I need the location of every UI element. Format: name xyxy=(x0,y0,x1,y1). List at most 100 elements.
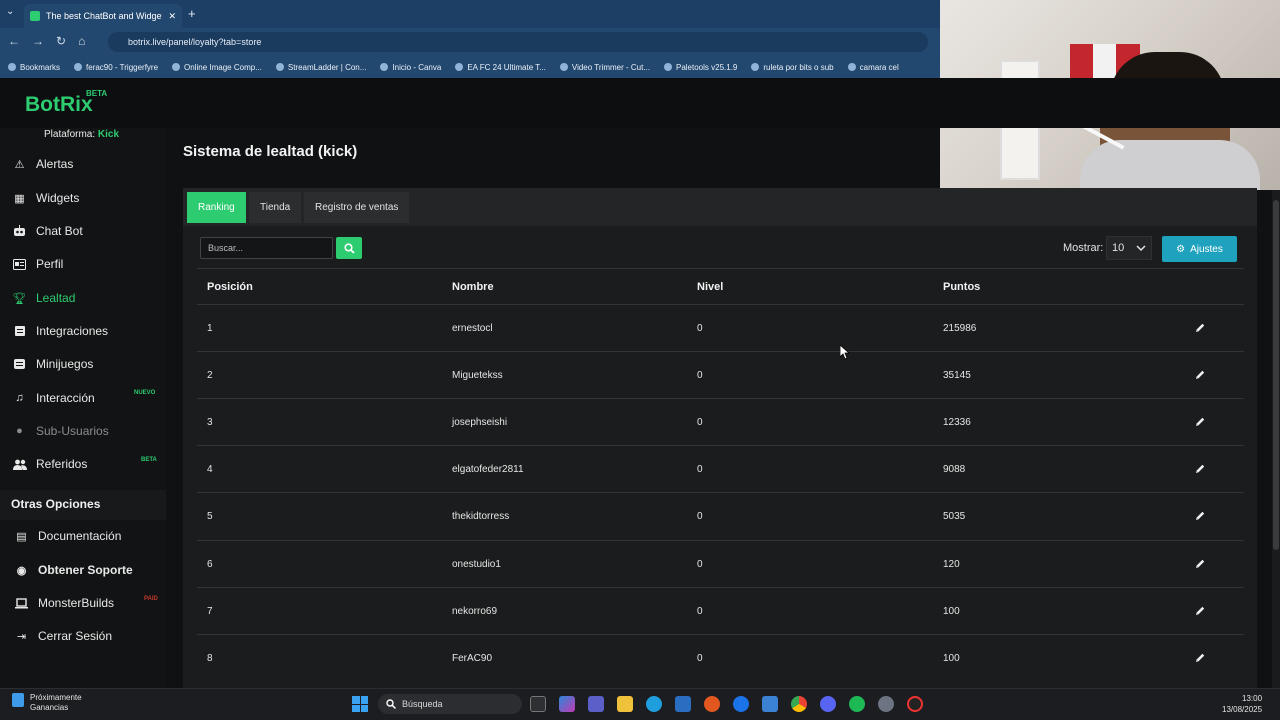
brand-logo[interactable]: BotRix xyxy=(25,93,93,117)
search-button[interactable] xyxy=(336,237,362,259)
table-cell-level: 0 xyxy=(697,323,703,334)
bookmark-item[interactable]: EA FC 24 Ultimate T... xyxy=(455,63,546,72)
bookmark-icon xyxy=(8,63,16,71)
bookmark-item[interactable]: Bookmarks xyxy=(8,63,60,72)
sign-out-icon: ⇥ xyxy=(16,630,27,643)
sidebar-item-perfil[interactable]: Perfil xyxy=(12,253,63,275)
column-header-nombre[interactable]: Nombre xyxy=(452,281,494,293)
tab-tienda[interactable]: Tienda xyxy=(249,192,302,223)
edit-pencil-icon[interactable] xyxy=(1194,416,1206,428)
sidebar-item-sub-usuarios[interactable]: ● Sub-Usuarios xyxy=(12,420,109,442)
sidebar-item-label: Interacción xyxy=(36,391,95,405)
settings-button[interactable]: ⚙ Ajustes xyxy=(1162,236,1237,262)
tab-registro-de-ventas[interactable]: Registro de ventas xyxy=(304,192,410,223)
sidebar-item-referidos[interactable]: Referidos xyxy=(12,453,87,475)
table-cell-level: 0 xyxy=(697,652,703,664)
new-tab-icon[interactable]: + xyxy=(188,6,196,21)
bookmark-item[interactable]: Video Trimmer - Cut... xyxy=(559,63,650,72)
table-cell-pos: 4 xyxy=(207,464,213,476)
edit-pencil-icon[interactable] xyxy=(1194,463,1206,475)
sidebar-item-label: Alertas xyxy=(36,157,74,171)
page-scrollbar[interactable] xyxy=(1272,190,1280,688)
table-cell-points: 9088 xyxy=(943,464,966,476)
search-input[interactable] xyxy=(200,237,333,259)
copilot-icon[interactable] xyxy=(559,696,575,712)
sidebar-item-minijuegos[interactable]: Minijuegos xyxy=(12,353,93,375)
sidebar-item-documentacion[interactable]: ▤ Documentación xyxy=(14,525,121,547)
sidebar-item-label: Widgets xyxy=(36,191,80,205)
app-header xyxy=(0,78,1280,128)
bookmark-item[interactable]: StreamLadder | Con... xyxy=(275,63,366,72)
bookmark-item[interactable]: Paletools v25.1.9 xyxy=(663,63,737,72)
table-cell-name: elgatofeder2811 xyxy=(452,464,524,476)
page-title: Sistema de lealtad (kick) xyxy=(183,143,358,160)
table-cell-name: ernestocl xyxy=(452,323,493,334)
store-icon[interactable] xyxy=(675,696,691,712)
sidebar-item-integraciones[interactable]: Integraciones xyxy=(12,320,108,342)
windows-start-icon[interactable] xyxy=(352,696,368,712)
reload-icon[interactable]: ↻ xyxy=(56,34,66,48)
bookmark-item[interactable]: ferac90 - Triggerfyre xyxy=(74,63,158,72)
taskbar-search-label: Búsqueda xyxy=(402,699,443,709)
forward-icon[interactable]: → xyxy=(32,34,44,48)
app-icon[interactable] xyxy=(704,696,720,712)
edit-pencil-icon[interactable] xyxy=(1194,652,1206,664)
tab-search-icon[interactable]: ⌄ xyxy=(6,6,14,17)
sidebar-item-lealtad[interactable]: 🏆︎ Lealtad xyxy=(12,287,76,309)
sidebar-item-label: MonsterBuilds xyxy=(38,596,115,610)
photos-icon[interactable] xyxy=(762,696,778,712)
table-cell-pos: 6 xyxy=(207,558,213,570)
bookmark-item[interactable]: camara cel xyxy=(847,63,899,72)
sidebar-item-monsterbuilds[interactable]: MonsterBuilds xyxy=(14,592,114,614)
sidebar-item-label: Integraciones xyxy=(36,324,109,338)
page-size-select[interactable]: 10 xyxy=(1106,236,1152,260)
sidebar-item-obtener-soporte[interactable]: ◉ Obtener Soporte xyxy=(14,559,133,581)
bookmark-item[interactable]: Online Image Comp... xyxy=(172,63,262,72)
spotify-icon[interactable] xyxy=(849,696,865,712)
sidebar-item-cerrar-sesion[interactable]: ⇥ Cerrar Sesión xyxy=(14,625,112,647)
edit-pencil-icon[interactable] xyxy=(1194,322,1206,334)
table-cell-level: 0 xyxy=(697,464,703,476)
browser-tab[interactable]: The best ChatBot and Widgets ✕ xyxy=(24,4,182,28)
taskbar-search[interactable]: Búsqueda xyxy=(378,694,522,714)
teams-icon[interactable] xyxy=(588,696,604,712)
sidebar-item-alertas[interactable]: ⚠ Alertas xyxy=(12,153,74,175)
edit-pencil-icon[interactable] xyxy=(1194,510,1206,522)
column-header-puntos[interactable]: Puntos xyxy=(943,281,980,293)
row-divider xyxy=(197,586,1244,588)
obs-icon[interactable] xyxy=(907,696,923,712)
edit-pencil-icon[interactable] xyxy=(1194,558,1206,570)
edit-pencil-icon[interactable] xyxy=(1194,369,1206,381)
sidebar-item-widgets[interactable]: ▦ Widgets xyxy=(12,187,79,209)
close-tab-icon[interactable]: ✕ xyxy=(168,11,176,22)
url-field[interactable]: botrix.live/panel/loyalty?tab=store xyxy=(108,32,928,52)
scrollbar-thumb[interactable] xyxy=(1273,200,1279,550)
sidebar-item-interaccion[interactable]: ♫ Interacción xyxy=(12,387,95,409)
edit-pencil-icon[interactable] xyxy=(1194,605,1206,617)
bookmark-item[interactable]: Inicio - Canva xyxy=(380,63,441,72)
home-icon[interactable]: ⌂ xyxy=(78,34,85,48)
sidebar-item-chat-bot[interactable]: Chat Bot xyxy=(12,220,83,242)
row-divider xyxy=(197,539,1244,541)
sidebar-item-label: Chat Bot xyxy=(36,224,83,238)
table-cell-name: onestudio1 xyxy=(452,558,501,570)
weather-widget[interactable]: Próximamente Ganancias xyxy=(12,693,82,713)
sidebar-item-label: Documentación xyxy=(38,529,122,543)
table-header-divider xyxy=(197,304,1244,305)
table-cell-points: 215986 xyxy=(943,323,977,334)
table-cell-name: FerAC90 xyxy=(452,652,493,664)
back-icon[interactable]: ← xyxy=(8,34,20,48)
table-cell-name: josephseishi xyxy=(452,417,508,429)
mail-icon[interactable] xyxy=(733,696,749,712)
bookmark-item[interactable]: ruleta por bits o sub xyxy=(751,63,834,72)
system-clock[interactable]: 13:00 13/08/2025 xyxy=(1222,693,1262,715)
column-header-posicion[interactable]: Posición xyxy=(207,281,253,293)
chrome-icon[interactable] xyxy=(791,696,807,712)
discord-icon[interactable] xyxy=(820,696,836,712)
tab-ranking[interactable]: Ranking xyxy=(187,192,246,223)
task-view-icon[interactable] xyxy=(530,696,546,712)
settings-app-icon[interactable] xyxy=(878,696,894,712)
file-explorer-icon[interactable] xyxy=(617,696,633,712)
column-header-nivel[interactable]: Nivel xyxy=(697,281,723,293)
edge-icon[interactable] xyxy=(646,696,662,712)
